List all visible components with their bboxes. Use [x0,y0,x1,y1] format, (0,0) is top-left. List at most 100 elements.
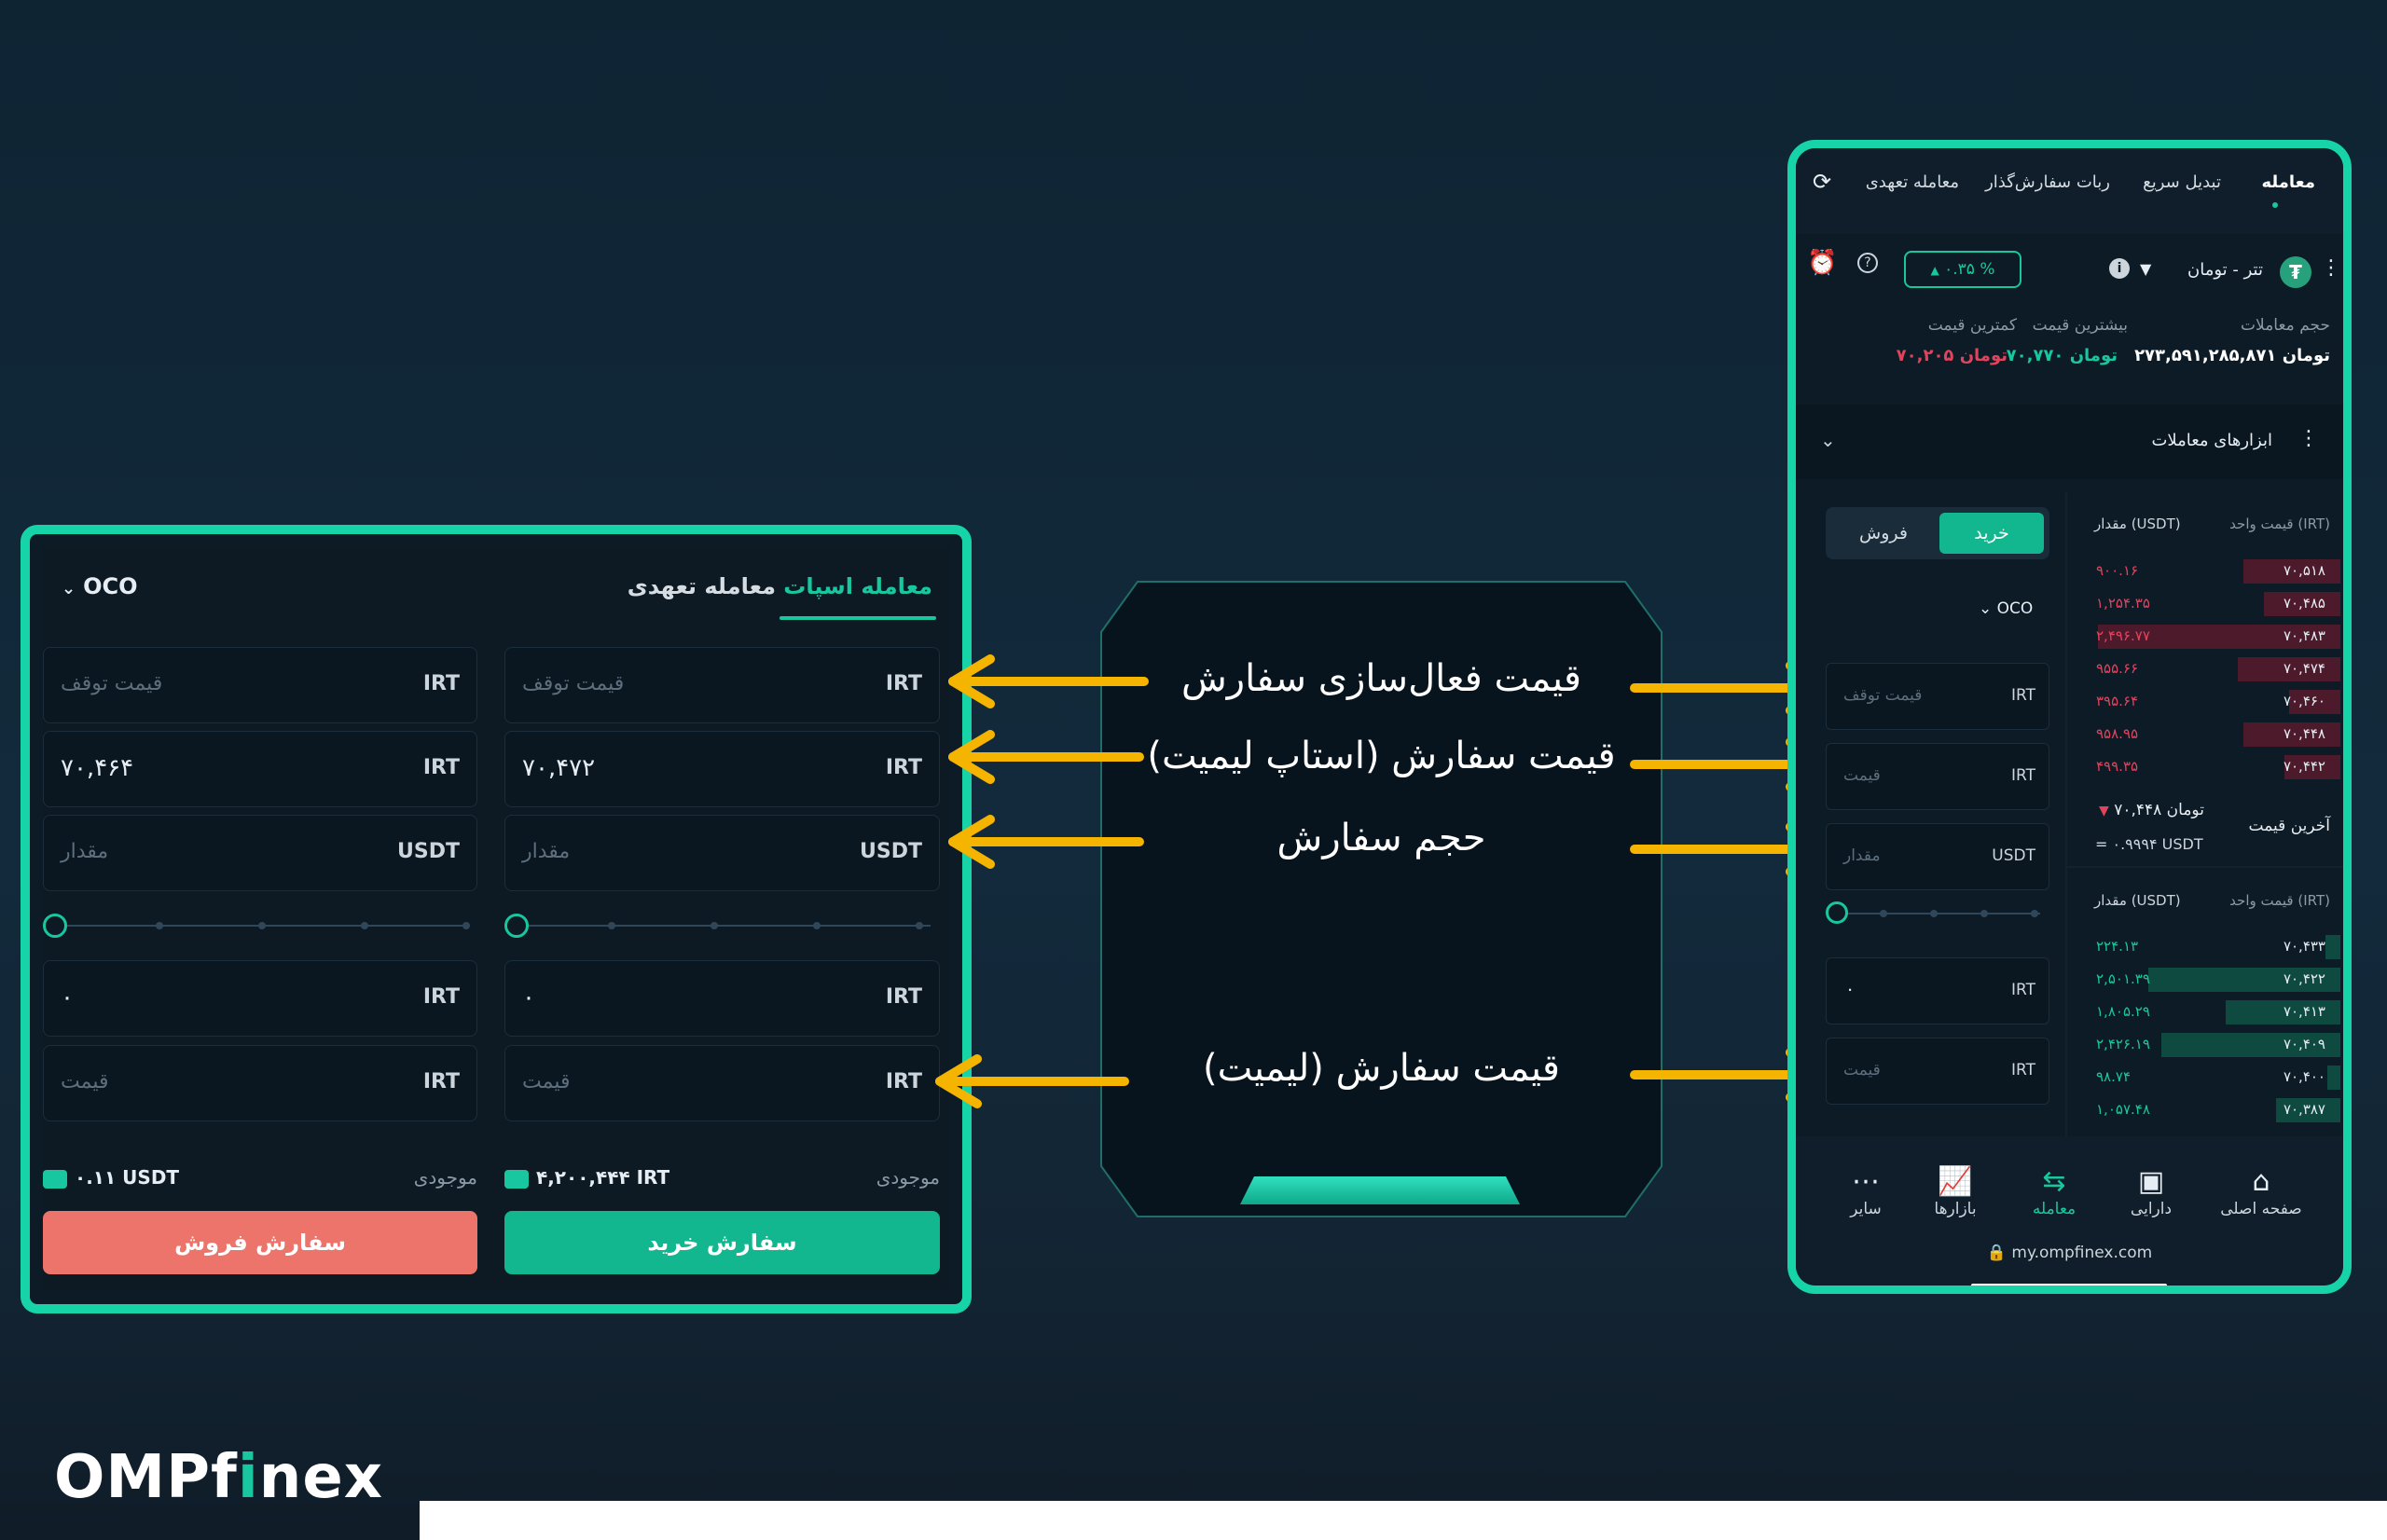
orderbook-qty-header-2: مقدار (USDT) [2094,892,2181,909]
order-qty: ۱,۲۵۴.۳۵ [2096,595,2150,612]
nav-label: دارایی [2130,1200,2173,1218]
lock-icon: 🔒 [1986,1244,2007,1262]
home-icon: ⌂ [2252,1165,2270,1198]
last-price-text: ۷۰,۴۴۸ تومان [2114,801,2204,819]
ask-row[interactable]: ۷۰,۴۸۳ ۲,۴۹۶.۷۷ [2077,623,2340,649]
placeholder: قیمت [1843,766,1881,785]
order-price: ۷۰,۴۸۳ [2283,627,2325,644]
nav-label: معامله [2032,1200,2077,1218]
browser-url-bar[interactable]: 🔒 my.ompfinex.com [1796,1244,2343,1262]
order-price: ۷۰,۴۰۹ [2283,1036,2325,1052]
ask-row[interactable]: ۷۰,۴۶۰ ۳۹۵.۶۴ [2077,688,2340,714]
nav-futures[interactable]: معامله تعهدی [1866,172,1959,192]
bottom-nav-markets[interactable]: 📈 بازارها [1909,1164,2002,1218]
help-icon[interactable]: ? [1857,253,1878,273]
bid-row[interactable]: ۷۰,۴۲۲ ۲,۵۰۱.۳۹ [2077,966,2340,992]
caret-down-icon[interactable]: ▼ [2140,260,2151,278]
last-price-value: ▼ ۷۰,۴۴۸ تومان [2099,801,2204,819]
order-qty: ۹۵۵.۶۶ [2096,660,2139,677]
chevron-down-icon[interactable]: ⌄ [1820,429,1836,451]
bid-row[interactable]: ۷۰,۴۳۳ ۲۲۴.۱۳ [2077,933,2340,959]
buy-tab[interactable]: خرید [1939,513,2044,554]
total-input[interactable]: IRT ۰ [1826,957,2049,1024]
order-qty: ۱,۸۰۵.۲۹ [2096,1003,2150,1020]
order-qty: ۲,۴۹۶.۷۷ [2096,627,2150,644]
orderbook-price-header: قیمت واحد (IRT) [2229,516,2330,532]
url-text: my.ompfinex.com [2011,1244,2153,1262]
bottom-nav-assets[interactable]: ▣ دارایی [2104,1164,2198,1218]
order-price: ۷۰,۴۴۲ [2283,758,2325,775]
price-input[interactable]: IRT قیمت [1826,1038,2049,1105]
orderbook-price-header-2: قیمت واحد (IRT) [2229,892,2330,909]
arrow-left-2 [948,735,1144,779]
amount-slider[interactable] [1826,901,2049,926]
kebab-menu-icon[interactable]: ⋮ [2321,256,2341,280]
order-price: ۷۰,۴۸۵ [2283,595,2325,612]
bid-row[interactable]: ۷۰,۳۸۷ ۱,۰۵۷.۴۸ [2077,1096,2340,1122]
nav-order-bot[interactable]: ربات سفارش‌گذار [1985,172,2110,192]
bottom-nav-trade[interactable]: ⇆ معامله [2008,1164,2101,1218]
ask-row[interactable]: ۷۰,۴۴۸ ۹۵۸.۹۵ [2077,721,2340,747]
limit-price-input[interactable]: IRT قیمت [1826,743,2049,810]
ask-row[interactable]: ۷۰,۴۸۵ ۱,۲۵۴.۳۵ [2077,590,2340,616]
tether-logo-icon: ₮ [2280,256,2311,288]
order-type-dropdown[interactable]: ⌄ OCO [1979,599,2033,618]
order-qty: ۴۹۹.۳۵ [2096,758,2139,775]
orderbook-divider [2065,493,2067,1136]
refresh-icon[interactable]: ⟳ [1813,169,1831,195]
placeholder: مقدار [1843,846,1881,865]
order-type-label: OCO [1996,599,2034,618]
high-value: ۷۰,۷۷۰ تومان [2006,346,2118,365]
order-qty: ۹۰۰.۱۶ [2096,562,2139,579]
alarm-icon[interactable]: ⏰ [1807,249,1837,277]
bid-row[interactable]: ۷۰,۴۰۰ ۹۸.۷۴ [2077,1064,2340,1090]
sell-tab[interactable]: فروش [1831,513,1936,554]
kebab-menu-icon[interactable]: ⋮ [2298,427,2319,450]
info-icon[interactable]: i [2109,258,2130,279]
amount-input[interactable]: USDT مقدار [1826,823,2049,890]
wallet-icon: ▣ [2137,1165,2165,1198]
footer-strip [420,1501,2387,1540]
pair-selector[interactable]: تتر - تومان [2187,260,2263,280]
bottom-nav-more[interactable]: ⋯ سایر [1819,1164,1912,1218]
order-qty: ۱,۰۵۷.۴۸ [2096,1101,2150,1118]
mobile-app-frame: معامله تبدیل سریع ربات سفارش‌گذار معامله… [1787,140,2352,1294]
order-price: ۷۰,۴۷۴ [2283,660,2325,677]
triangle-up-icon: ▲ [1930,264,1939,277]
order-qty: ۳۹۵.۶۴ [2096,693,2139,709]
stop-price-input[interactable]: IRT قیمت توقف [1826,663,2049,730]
nav-quick-convert[interactable]: تبدیل سریع [2143,172,2221,192]
depth-bar [2327,1066,2340,1090]
chevron-down-icon: ⌄ [1979,599,1993,618]
triangle-down-icon: ▼ [2099,804,2109,818]
mobile-bottom-nav: ⌂ صفحه اصلی ▣ دارایی ⇆ معامله 📈 بازارها ⋯ سای… [1796,1136,2343,1286]
order-price: ۷۰,۴۴۸ [2283,725,2325,742]
trading-tools-bar[interactable]: ⌄ ابزارهای معاملات ⋮ [1796,405,2343,479]
order-qty: ۲,۴۲۶.۱۹ [2096,1036,2150,1052]
ask-row[interactable]: ۷۰,۴۷۴ ۹۵۵.۶۶ [2077,655,2340,681]
order-qty: ۲۲۴.۱۳ [2096,938,2139,955]
logo-text-i: i [237,1443,259,1512]
bottom-nav-home[interactable]: ⌂ صفحه اصلی [2215,1164,2308,1218]
home-indicator [1971,1284,2167,1286]
nav-label: بازارها [1934,1200,1977,1218]
order-price: ۷۰,۴۲۲ [2283,970,2325,987]
order-price: ۷۰,۵۱۸ [2283,562,2325,579]
chart-icon: 📈 [1938,1165,1973,1198]
nav-trade[interactable]: معامله [2262,172,2315,192]
divider [2066,866,2343,868]
bid-row[interactable]: ۷۰,۴۰۹ ۲,۴۲۶.۱۹ [2077,1031,2340,1057]
slider-knob[interactable] [1826,901,1848,924]
ask-row[interactable]: ۷۰,۵۱۸ ۹۰۰.۱۶ [2077,557,2340,584]
depth-bar [2325,935,2340,959]
active-indicator-dot [2272,202,2278,208]
order-qty: ۹۸.۷۴ [2096,1068,2131,1085]
order-price: ۷۰,۳۸۷ [2283,1101,2325,1118]
slider-step [2031,910,2038,917]
low-value: ۷۰,۲۰۵ تومان [1896,346,2008,365]
buy-sell-toggle[interactable]: خرید فروش [1826,507,2049,559]
last-price-usdt: = ۰.۹۹۹۴ USDT [2095,835,2203,853]
currency-unit: IRT [2011,686,2035,705]
bid-row[interactable]: ۷۰,۴۱۳ ۱,۸۰۵.۲۹ [2077,998,2340,1024]
ask-row[interactable]: ۷۰,۴۴۲ ۴۹۹.۳۵ [2077,753,2340,779]
